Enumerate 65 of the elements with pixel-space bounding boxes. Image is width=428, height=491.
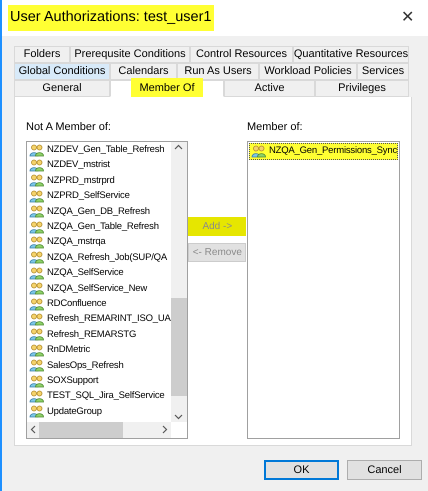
list-item[interactable]: NZPRD_SelfService [27, 188, 171, 204]
group-icon [29, 328, 44, 342]
tab[interactable]: Member Of [110, 80, 224, 97]
member-groups-list[interactable]: NZQA_Gen_Permissions_Sync [246, 140, 400, 438]
tab[interactable]: Prerequsite Conditions [70, 46, 190, 63]
list-item[interactable]: NZQA_SelfService [27, 266, 171, 282]
list-item[interactable]: NZDEV_mstrist [27, 158, 171, 174]
tab[interactable]: Services [357, 63, 409, 80]
close-button[interactable]: ✕ [397, 6, 418, 30]
tab[interactable]: Calendars [110, 63, 177, 80]
list-item[interactable]: NZQA_SelfService_New [27, 281, 171, 296]
group-icon [29, 205, 44, 218]
group-icon [29, 359, 44, 372]
group-icon [29, 405, 44, 418]
group-icon [29, 344, 44, 357]
group-icon [29, 159, 44, 172]
group-icon [29, 312, 44, 326]
scroll-left-icon[interactable] [30, 425, 36, 434]
list-item[interactable]: Refresh_REMARSTG [27, 327, 171, 343]
group-icon [29, 220, 44, 234]
list-item[interactable]: NZQA_mstrqa [27, 234, 171, 250]
group-icon [29, 190, 44, 203]
group-icon [29, 144, 44, 157]
group-icon [29, 298, 44, 311]
tab[interactable]: Control Resources [190, 46, 293, 63]
available-groups-list[interactable] [26, 140, 188, 438]
tab[interactable]: Active [224, 80, 315, 97]
list-item[interactable]: RnDMetric [27, 342, 171, 358]
group-icon [29, 266, 44, 280]
list-item[interactable]: NZQA_Gen_Table_Refresh [27, 219, 171, 235]
group-icon [29, 390, 44, 403]
tab[interactable]: Workload Policies [259, 63, 357, 80]
window-title: User Authorizations: test_user1 [8, 5, 214, 31]
list-item[interactable]: SalesOps_Refresh [27, 358, 171, 374]
list-label: Member of: [246, 120, 304, 135]
tab[interactable]: Global Conditions [14, 63, 110, 80]
list-item[interactable]: SOXSupport [27, 373, 171, 389]
list-item[interactable]: UpdateGroup [27, 404, 171, 420]
group-icon [29, 374, 44, 388]
scroll-up-icon[interactable] [174, 144, 184, 150]
group-icon [29, 251, 44, 264]
scroll-right-icon[interactable] [162, 425, 168, 434]
scroll-down-icon[interactable] [174, 414, 184, 420]
tab[interactable]: Run As Users [177, 63, 259, 80]
list-item[interactable]: Refresh_REMARINT_ISO_UA [27, 312, 171, 328]
group-icon [29, 236, 44, 250]
list-item[interactable]: NZPRD_mstrprd [27, 173, 171, 189]
horizontal-scrollbar[interactable] [27, 422, 171, 438]
group-icon [29, 174, 44, 188]
list-item[interactable]: TEST_SQL_Jira_SelfService [27, 388, 171, 404]
list-item[interactable]: NZDEV_Gen_Table_Refresh [27, 142, 171, 158]
tab[interactable]: General [14, 80, 110, 97]
tab[interactable]: Privileges [315, 80, 409, 97]
list-item[interactable]: NZQA_Gen_Permissions_Sync [248, 142, 398, 160]
list-label: Not A Member of: [26, 120, 112, 135]
ok-button[interactable]: OK [264, 460, 339, 480]
group-icon [250, 144, 266, 158]
list-item[interactable]: NZQA_Gen_DB_Refresh [27, 204, 171, 220]
list-item[interactable]: RDConfluence [27, 296, 171, 312]
tab[interactable]: Folders [14, 46, 70, 63]
group-icon [29, 282, 44, 296]
vertical-scrollbar[interactable] [170, 142, 187, 422]
cancel-button[interactable]: Cancel [347, 460, 422, 480]
tab[interactable]: Quantitative Resources [293, 46, 409, 63]
list-item[interactable]: NZQA_Refresh_Job(SUP/QA [27, 250, 171, 266]
